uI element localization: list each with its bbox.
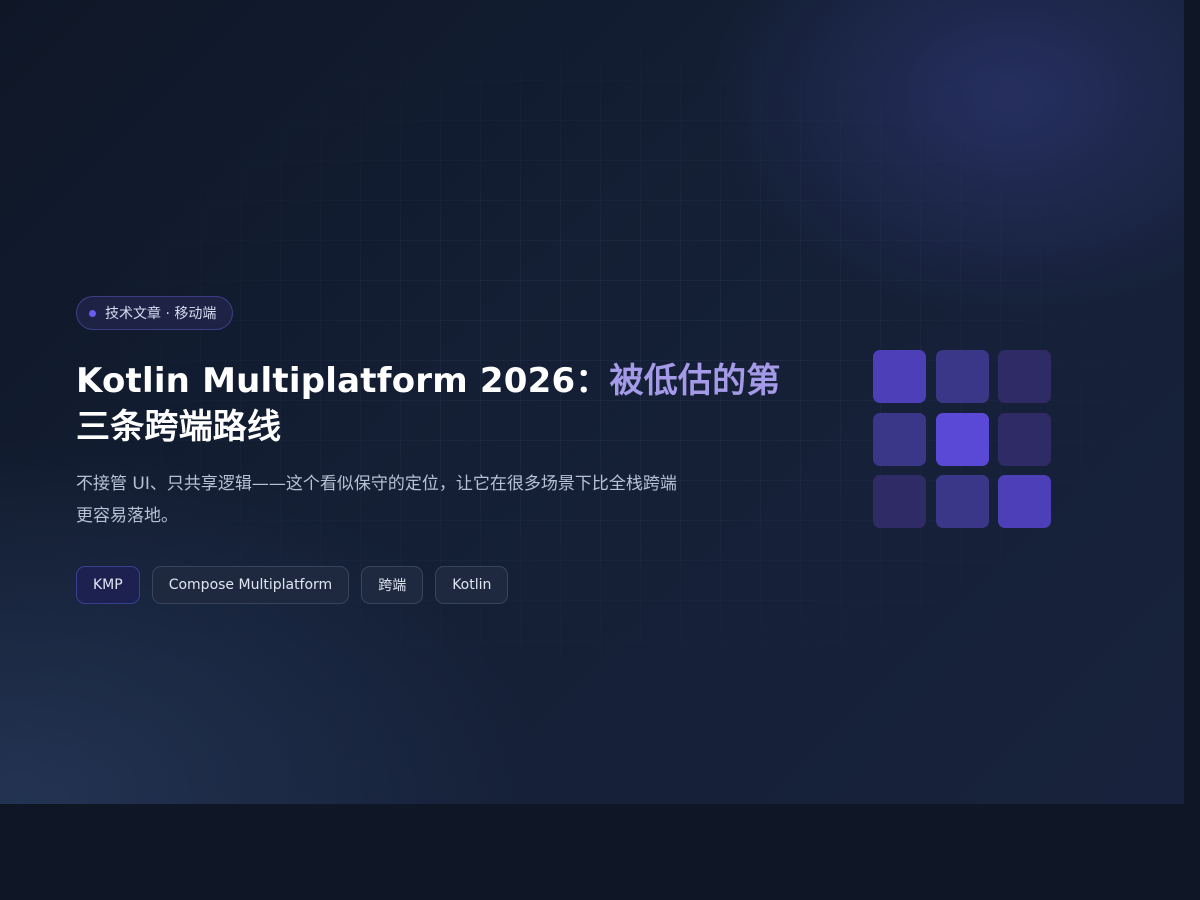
article-title: Kotlin Multiplatform 2026：被低估的第三条跨端路线	[76, 358, 796, 450]
tile	[935, 475, 989, 528]
tile	[873, 412, 926, 466]
tile	[873, 475, 926, 528]
tile	[998, 475, 1051, 528]
dot-icon	[89, 309, 96, 317]
title-part-english: Kotlin Multiplatform 2026：	[76, 361, 610, 401]
tile	[998, 350, 1051, 403]
tag-kmp[interactable]: KMP	[76, 566, 140, 604]
page-footer-area	[0, 804, 1200, 900]
category-label: 技术文章 · 移动端	[105, 306, 217, 322]
category-badge: 技术文章 · 移动端	[76, 296, 234, 330]
tag-cross-platform[interactable]: 跨端	[361, 566, 424, 604]
tile-grid-illustration	[873, 350, 1051, 528]
title-part-rest: 三条跨端路线	[76, 407, 282, 447]
tag-list: KMP Compose Multiplatform 跨端 Kotlin	[76, 566, 509, 604]
tag-kotlin[interactable]: Kotlin	[435, 566, 509, 604]
tile	[935, 350, 989, 403]
tile	[935, 412, 989, 466]
hero-banner: 技术文章 · 移动端 Kotlin Multiplatform 2026：被低估…	[0, 0, 1184, 804]
article-subtitle: 不接管 UI、只共享逻辑——这个看似保守的定位，让它在很多场景下比全栈跨端更容易…	[76, 474, 677, 526]
tag-compose-multiplatform[interactable]: Compose Multiplatform	[151, 566, 350, 604]
tile	[998, 412, 1051, 466]
title-part-accent: 被低估的第	[609, 361, 781, 401]
tile	[873, 350, 926, 403]
